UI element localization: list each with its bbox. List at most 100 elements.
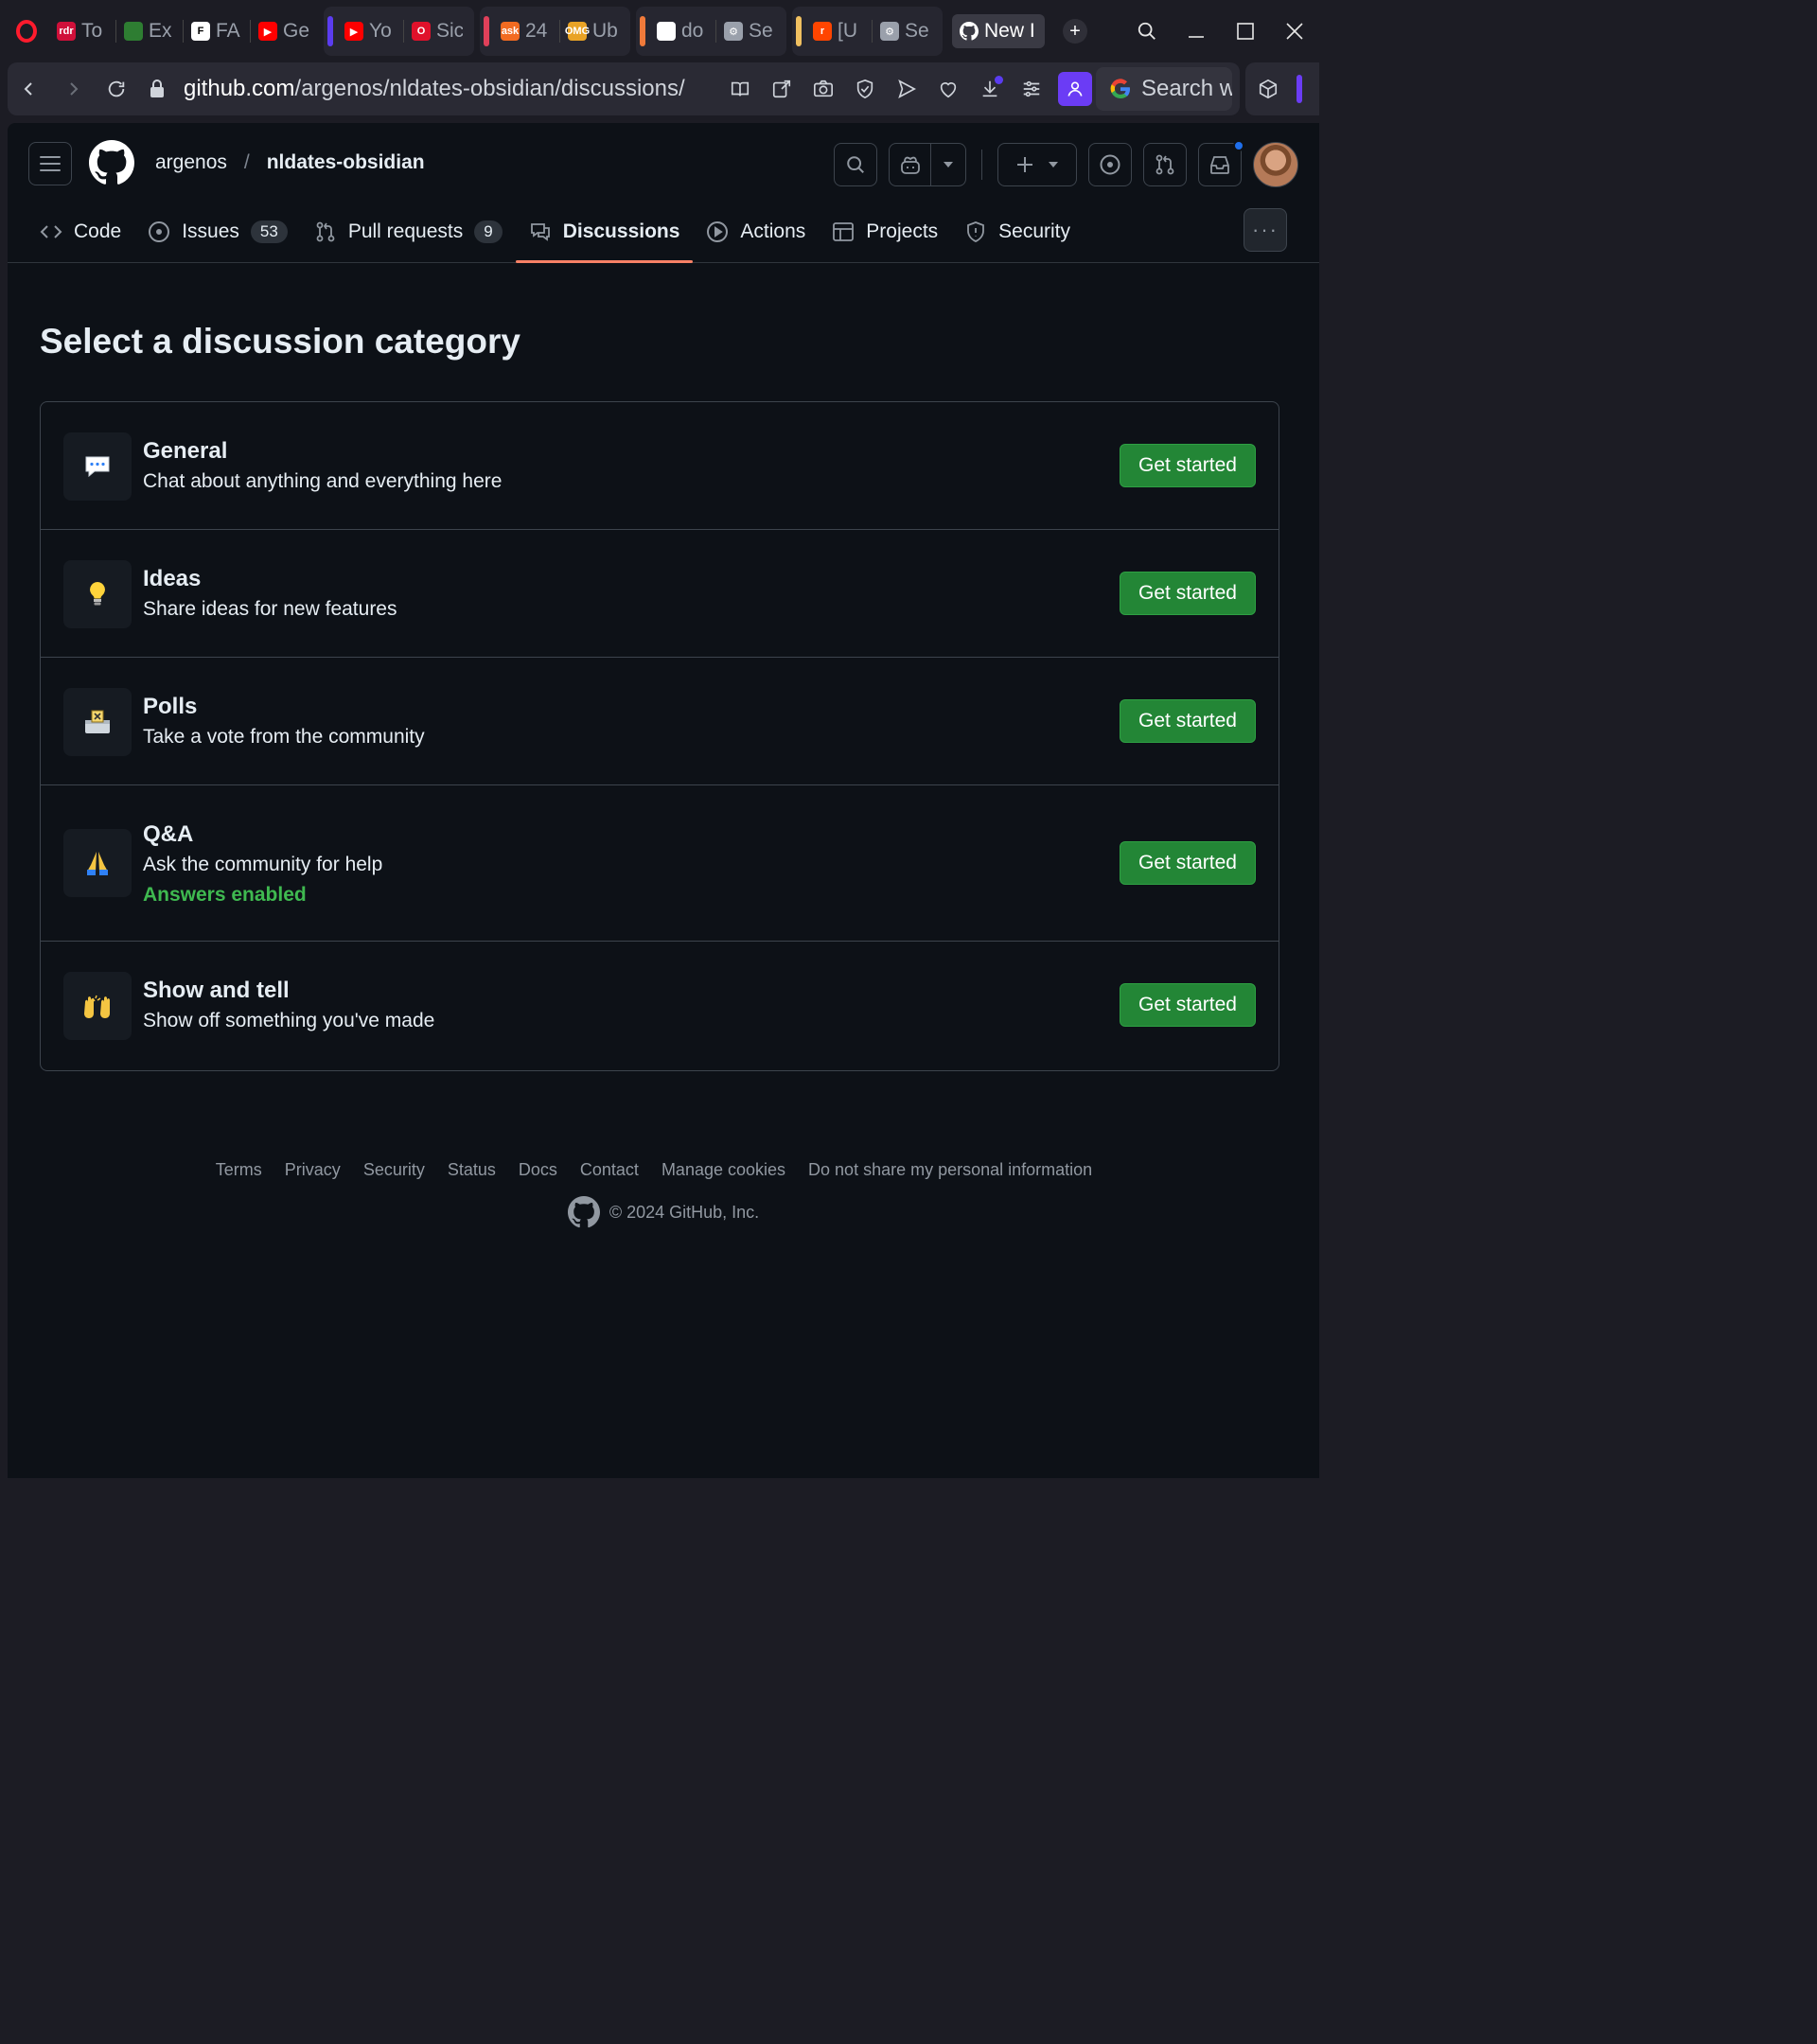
camera-icon[interactable]	[803, 68, 844, 110]
easy-setup-icon[interactable]	[1011, 68, 1052, 110]
footer-links: Terms Privacy Security Status Docs Conta…	[8, 1160, 1319, 1180]
footer-link-terms[interactable]: Terms	[216, 1160, 262, 1180]
forward-icon[interactable]	[51, 67, 95, 111]
tab-favicon-icon: ▶	[258, 22, 277, 41]
tab-projects-label: Projects	[866, 220, 939, 242]
category-row-general: General Chat about anything and everythi…	[41, 402, 1279, 530]
browser-tab[interactable]: F FA	[184, 14, 250, 48]
get-started-button[interactable]: Get started	[1120, 572, 1256, 615]
copilot-dropdown[interactable]	[931, 144, 965, 185]
repo-owner-link[interactable]: argenos	[155, 151, 227, 174]
edit-share-icon[interactable]	[761, 68, 803, 110]
tab-security-label: Security	[998, 220, 1071, 242]
repo-name-link[interactable]: nldates-obsidian	[267, 151, 425, 174]
code-icon	[40, 222, 62, 241]
maximize-icon[interactable]	[1221, 0, 1270, 62]
category-description: Take a vote from the community	[143, 726, 425, 748]
search-button[interactable]	[834, 143, 877, 186]
tab-projects[interactable]: Projects	[819, 201, 951, 263]
new-tab-button[interactable]: +	[1063, 19, 1087, 44]
tab-actions[interactable]: Actions	[693, 201, 819, 263]
get-started-button[interactable]: Get started	[1120, 699, 1256, 743]
inbox-button[interactable]	[1198, 140, 1244, 186]
category-name: Show and tell	[143, 978, 290, 1003]
browser-tab[interactable]: do	[649, 14, 715, 48]
footer-link-contact[interactable]: Contact	[580, 1160, 639, 1180]
browser-tab[interactable]: ⚙ Se	[716, 14, 783, 48]
url-field[interactable]: github.com/argenos/nldates-obsidian/disc…	[184, 76, 685, 102]
tab-security[interactable]: Security	[951, 201, 1084, 263]
browser-tab[interactable]: ask 24	[493, 14, 559, 48]
tab-pull-requests[interactable]: Pull requests 9	[301, 201, 516, 263]
adblock-shield-icon[interactable]	[844, 68, 886, 110]
category-row-show-and-tell: Show and tell Show off something you've …	[41, 942, 1279, 1070]
tab-favicon-icon: OMG	[565, 22, 590, 41]
minimize-icon[interactable]	[1172, 0, 1221, 62]
search-tabs-icon[interactable]	[1122, 0, 1172, 62]
browser-tab[interactable]: ⚙ Se	[873, 14, 939, 48]
create-new-button[interactable]	[997, 143, 1077, 186]
pull-request-icon	[314, 220, 337, 243]
header-divider	[981, 150, 982, 180]
get-started-button[interactable]: Get started	[1120, 983, 1256, 1027]
github-mark-icon[interactable]	[567, 1196, 600, 1228]
send-icon[interactable]	[886, 68, 927, 110]
lock-icon[interactable]	[138, 67, 176, 111]
footer-link-docs[interactable]: Docs	[519, 1160, 557, 1180]
triangle-down-icon	[944, 162, 954, 167]
footer-link-do-not-share[interactable]: Do not share my personal information	[808, 1160, 1092, 1180]
window-controls	[1122, 0, 1319, 62]
tab-favicon-icon: F	[191, 22, 210, 41]
browser-tab[interactable]: ▶ Yo	[337, 14, 403, 48]
browser-tab[interactable]: OMG Ub	[560, 14, 626, 48]
github-logo-icon[interactable]	[89, 140, 134, 190]
copilot-button[interactable]	[890, 144, 930, 185]
browser-tab[interactable]: Ex	[116, 14, 183, 48]
browser-tab[interactable]: ▶ Ge	[251, 14, 317, 48]
category-row-polls: Polls Take a vote from the community Get…	[41, 658, 1279, 785]
footer-link-manage-cookies[interactable]: Manage cookies	[662, 1160, 785, 1180]
browser-tab[interactable]: O Sic	[404, 14, 470, 48]
browser-tab[interactable]: r [U	[805, 14, 872, 48]
category-description: Ask the community for help	[143, 854, 383, 875]
get-started-button[interactable]: Get started	[1120, 444, 1256, 487]
browser-tab-bar: rdr To Ex F FA ▶ Ge ▶ Yo O Sic ask 24 OMG Ub do ⚙ Se r [U ⚙ S…	[0, 0, 1319, 62]
footer-link-status[interactable]: Status	[448, 1160, 496, 1180]
heart-icon[interactable]	[927, 68, 969, 110]
active-tab-group: New I	[948, 7, 1049, 56]
tab-group: ask 24 OMG Ub	[480, 7, 630, 56]
reload-icon[interactable]	[95, 67, 138, 111]
back-icon[interactable]	[8, 67, 51, 111]
tab-favicon-icon: ⚙	[880, 22, 899, 41]
tab-active[interactable]: New I	[952, 14, 1045, 48]
sidebar-accent	[1297, 75, 1302, 103]
reader-mode-icon[interactable]	[719, 68, 761, 110]
breadcrumb: argenos / nldates-obsidian	[155, 151, 425, 174]
copyright-text: © 2024 GitHub, Inc.	[609, 1202, 760, 1222]
play-icon	[706, 220, 729, 243]
tab-discussions[interactable]: Discussions	[515, 201, 694, 263]
footer-link-privacy[interactable]: Privacy	[285, 1160, 341, 1180]
tab-code[interactable]: Code	[26, 201, 134, 263]
tab-favicon-icon: ▶	[344, 22, 363, 41]
close-window-icon[interactable]	[1270, 0, 1319, 62]
shield-icon	[964, 220, 987, 243]
get-started-button[interactable]: Get started	[1120, 841, 1256, 885]
user-avatar[interactable]	[1253, 142, 1298, 187]
more-tabs-button[interactable]: ···	[1244, 208, 1287, 252]
menu-button[interactable]	[28, 142, 72, 185]
profile-extension-icon[interactable]	[1058, 72, 1092, 106]
issues-shortcut-button[interactable]	[1088, 143, 1132, 186]
opera-logo-icon[interactable]	[11, 14, 42, 48]
pull-requests-shortcut-button[interactable]	[1143, 143, 1187, 186]
search-engine-box[interactable]: Search w	[1096, 67, 1232, 111]
search-placeholder: Search w	[1141, 76, 1232, 101]
footer-link-security[interactable]: Security	[363, 1160, 425, 1180]
extensions-cube-icon[interactable]	[1245, 66, 1291, 112]
category-list: General Chat about anything and everythi…	[40, 401, 1279, 1071]
tab-actions-label: Actions	[740, 220, 806, 242]
download-icon[interactable]	[969, 68, 1011, 110]
tab-group-color-bar	[484, 16, 489, 46]
browser-tab[interactable]: rdr To	[49, 14, 115, 48]
tab-issues[interactable]: Issues 53	[134, 201, 301, 263]
